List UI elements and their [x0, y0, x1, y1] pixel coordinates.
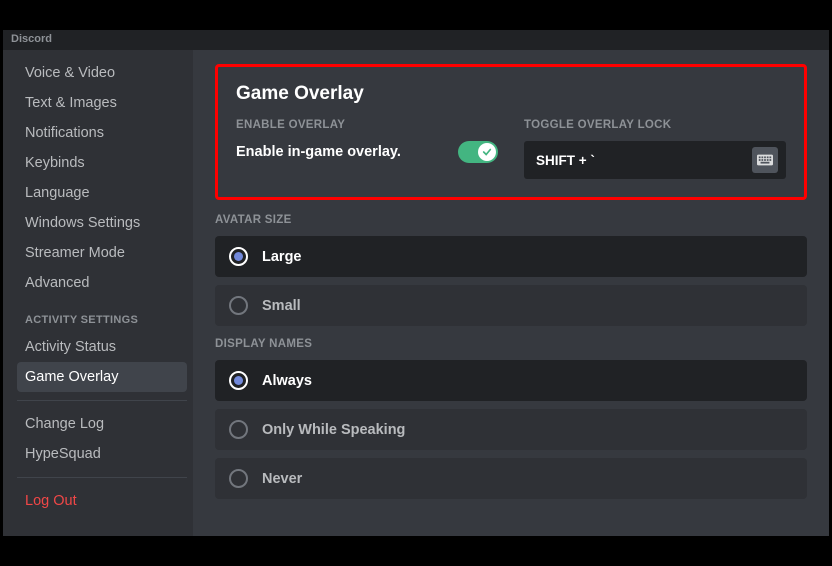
sidebar-separator [17, 477, 187, 478]
radio-label: Only While Speaking [262, 422, 405, 438]
sidebar-item-advanced[interactable]: Advanced [17, 268, 187, 298]
display-names-option-always[interactable]: Always [215, 360, 807, 401]
keybind-record-button[interactable] [752, 147, 778, 173]
settings-main: Game Overlay ENABLE OVERLAY Enable in-ga… [193, 50, 829, 536]
radio-dot [234, 252, 243, 261]
radio-circle [229, 247, 248, 266]
sidebar-item-game-overlay[interactable]: Game Overlay [17, 362, 187, 392]
page-title: Game Overlay [236, 83, 786, 105]
display-names-option-never[interactable]: Never [215, 458, 807, 499]
avatar-size-option-large[interactable]: Large [215, 236, 807, 277]
keybind-value: SHIFT + ` [536, 153, 595, 168]
settings-sidebar: Voice & VideoText & ImagesNotificationsK… [3, 50, 193, 536]
sidebar-item-hypesquad[interactable]: HypeSquad [17, 439, 187, 469]
avatar-size-group: AVATAR SIZE Large Small [215, 214, 807, 326]
enable-overlay-toggle[interactable] [458, 141, 498, 163]
keybind-input[interactable]: SHIFT + ` [524, 141, 786, 179]
radio-dot [234, 376, 243, 385]
toggle-knob [478, 143, 496, 161]
sidebar-item-notifications[interactable]: Notifications [17, 118, 187, 148]
sidebar-header-activity: ACTIVITY SETTINGS [17, 298, 187, 332]
sidebar-separator [17, 400, 187, 401]
avatar-size-option-small[interactable]: Small [215, 285, 807, 326]
sidebar-item-change-log[interactable]: Change Log [17, 409, 187, 439]
sidebar-item-activity-status[interactable]: Activity Status [17, 332, 187, 362]
radio-circle [229, 296, 248, 315]
enable-overlay-header: ENABLE OVERLAY [236, 119, 498, 131]
sidebar-item-voice-video[interactable]: Voice & Video [17, 58, 187, 88]
radio-label: Never [262, 471, 302, 487]
sidebar-item-windows-settings[interactable]: Windows Settings [17, 208, 187, 238]
discord-window: Discord Voice & VideoText & ImagesNotifi… [3, 30, 829, 536]
radio-label: Large [262, 249, 302, 265]
sidebar-item-streamer-mode[interactable]: Streamer Mode [17, 238, 187, 268]
radio-label: Always [262, 373, 312, 389]
toggle-lock-header: TOGGLE OVERLAY LOCK [524, 119, 786, 131]
radio-circle [229, 469, 248, 488]
titlebar: Discord [3, 30, 829, 50]
overlay-highlight-box: Game Overlay ENABLE OVERLAY Enable in-ga… [215, 64, 807, 200]
sidebar-item-log-out[interactable]: Log Out [17, 486, 187, 516]
body: Voice & VideoText & ImagesNotificationsK… [3, 50, 829, 536]
enable-overlay-label: Enable in-game overlay. [236, 144, 401, 160]
radio-circle [229, 371, 248, 390]
display-names-option-only-while-speaking[interactable]: Only While Speaking [215, 409, 807, 450]
display-names-group: DISPLAY NAMES Always Only While Speaking N… [215, 338, 807, 499]
avatar-size-header: AVATAR SIZE [215, 214, 807, 226]
display-names-header: DISPLAY NAMES [215, 338, 807, 350]
keyboard-icon [757, 154, 773, 166]
sidebar-item-language[interactable]: Language [17, 178, 187, 208]
radio-circle [229, 420, 248, 439]
check-icon [482, 147, 492, 157]
radio-label: Small [262, 298, 301, 314]
sidebar-item-keybinds[interactable]: Keybinds [17, 148, 187, 178]
sidebar-item-text-images[interactable]: Text & Images [17, 88, 187, 118]
